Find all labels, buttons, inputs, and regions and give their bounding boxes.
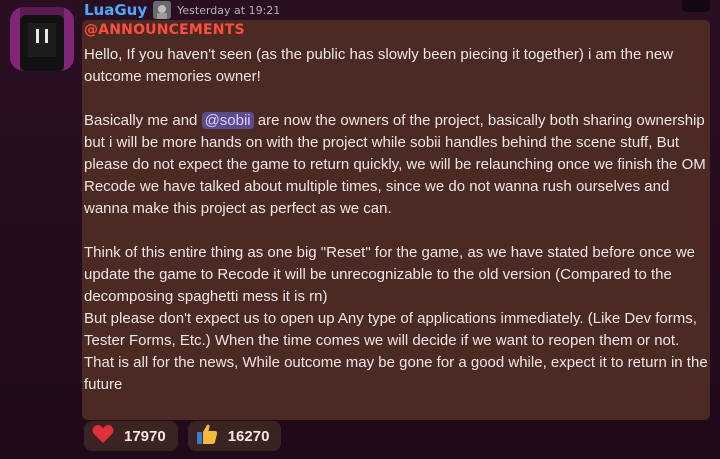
reaction-heart[interactable]: 17970 <box>84 421 178 451</box>
timestamp: Yesterday at 19:21 <box>177 3 281 17</box>
username[interactable]: LuaGuy <box>84 1 147 19</box>
channel-mention[interactable]: @ANNOUNCEMENTS <box>84 22 245 38</box>
user-badge-icon <box>153 1 172 19</box>
paragraph: Basically me and @sobii are now the owne… <box>84 110 708 220</box>
paragraph: But please don't expect us to open up An… <box>84 310 697 349</box>
paragraph: Hello, If you haven't seen (as the publi… <box>84 46 674 85</box>
paragraph-text: Basically me and <box>84 112 202 129</box>
paragraph: Think of this entire thing as one big "R… <box>84 244 696 305</box>
chat-message: LuaGuy Yesterday at 19:21 @ANNOUNCEMENTS… <box>0 0 720 459</box>
message-body: Hello, If you haven't seen (as the publi… <box>84 44 708 396</box>
message-header: LuaGuy Yesterday at 19:21 <box>84 0 280 20</box>
thumbs-up-icon <box>196 423 218 449</box>
avatar[interactable] <box>10 7 74 71</box>
reaction-thumbs-up[interactable]: 16270 <box>187 421 282 451</box>
reactions-bar: 17970 16270 <box>84 421 282 451</box>
reaction-count: 17970 <box>124 427 166 445</box>
paragraph: That is all for the news, While outcome … <box>84 354 708 393</box>
avatar-image <box>10 7 74 71</box>
message-toolbar-edge <box>682 0 710 12</box>
heart-icon <box>92 424 114 448</box>
user-mention[interactable]: @sobii <box>201 112 254 129</box>
reaction-count: 16270 <box>227 427 270 445</box>
